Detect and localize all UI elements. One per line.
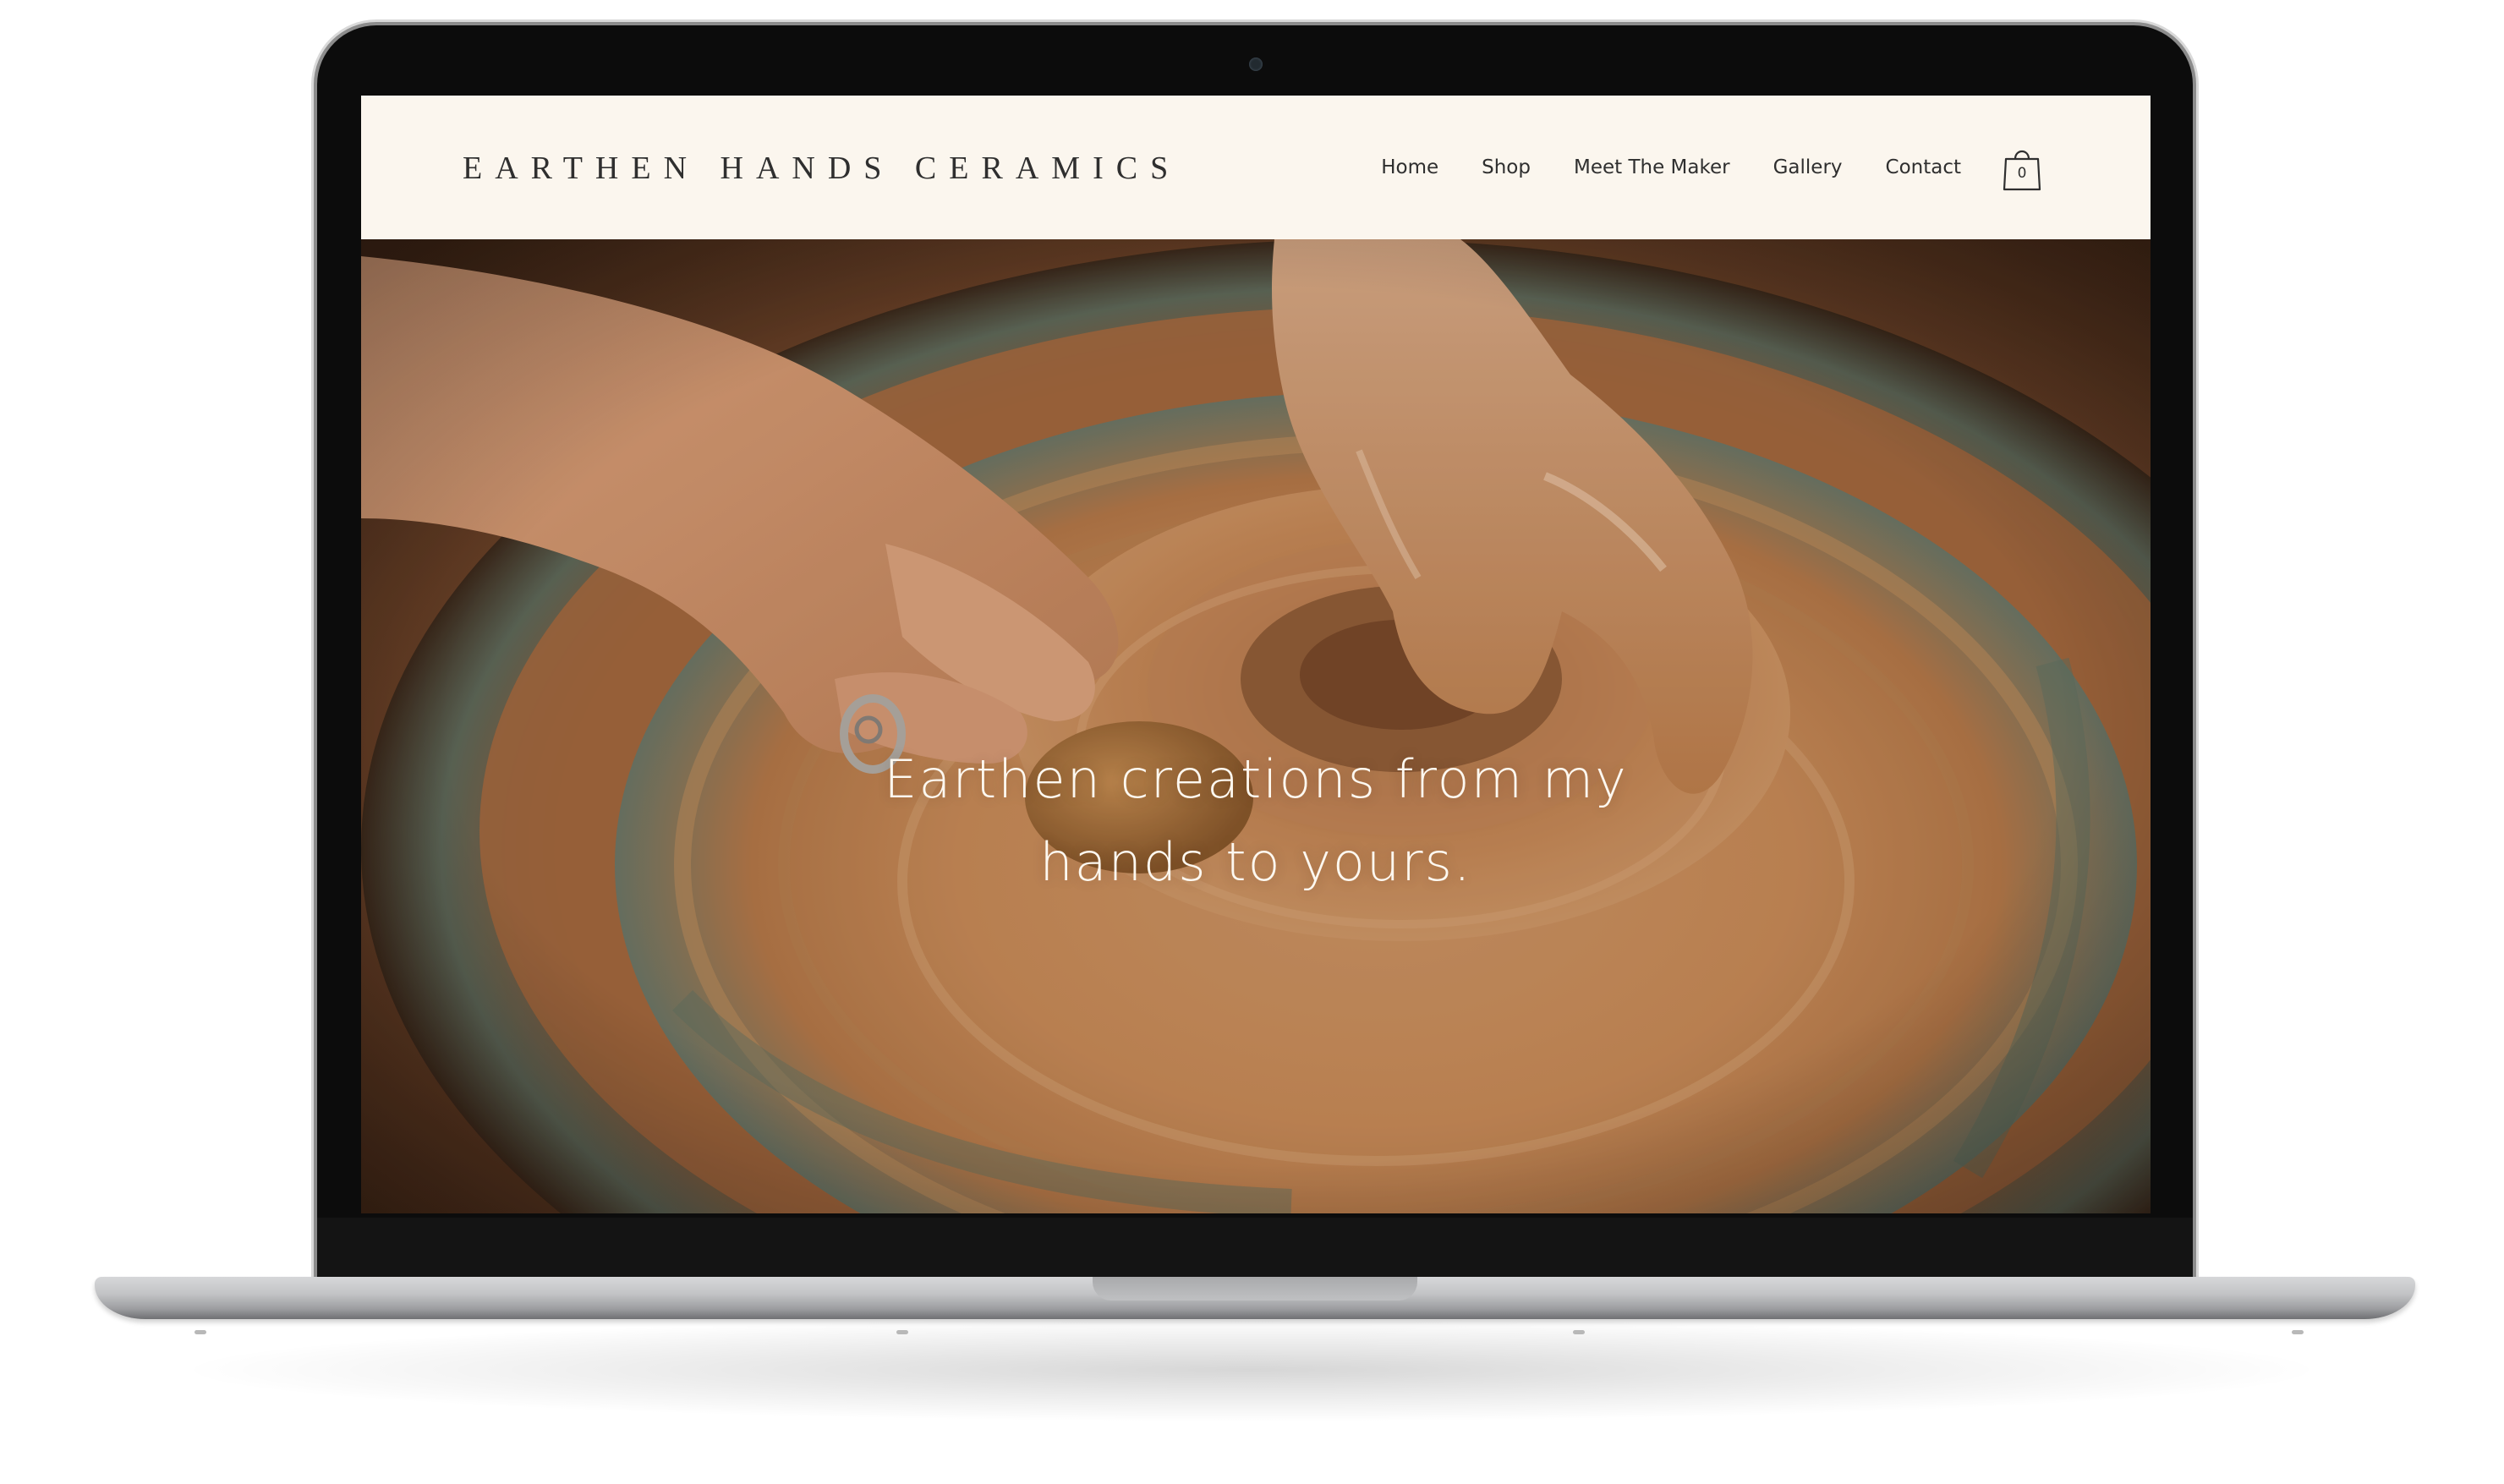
nav-meet-the-maker-link[interactable]: Meet The Maker <box>1574 156 1730 178</box>
hero-headline: Earthen creations from my hands to yours… <box>361 738 2151 904</box>
laptop-screen: Earthen Hands Ceramics Home Shop Meet Th… <box>361 96 2151 1213</box>
hero-headline-line-1: Earthen creations from my <box>884 748 1628 810</box>
cart-count-badge: 0 <box>2017 165 2027 182</box>
laptop-foot <box>195 1330 206 1334</box>
main-nav: Home Shop Meet The Maker Gallery Contact… <box>1381 96 2151 239</box>
nav-shop-link[interactable]: Shop <box>1482 156 1531 178</box>
nav-home-link[interactable]: Home <box>1381 156 1438 178</box>
site-logo[interactable]: Earthen Hands Ceramics <box>463 150 1181 187</box>
site-header: Earthen Hands Ceramics Home Shop Meet Th… <box>361 96 2151 239</box>
hero-headline-line-2: hands to yours. <box>1039 831 1472 893</box>
laptop-bezel <box>317 1218 2193 1277</box>
cart-button[interactable]: 0 <box>2002 144 2042 191</box>
nav-gallery-link[interactable]: Gallery <box>1773 156 1843 178</box>
laptop-lid-notch <box>1093 1277 1417 1301</box>
laptop-shadow <box>195 1319 2309 1421</box>
hero-pottery-image <box>361 239 2151 1213</box>
laptop-foot <box>896 1330 908 1334</box>
laptop-foot <box>2292 1330 2304 1334</box>
nav-contact-link[interactable]: Contact <box>1886 156 1961 178</box>
webcam <box>1249 57 1263 71</box>
hero-section: Earthen creations from my hands to yours… <box>361 239 2151 1213</box>
laptop-foot <box>1573 1330 1585 1334</box>
